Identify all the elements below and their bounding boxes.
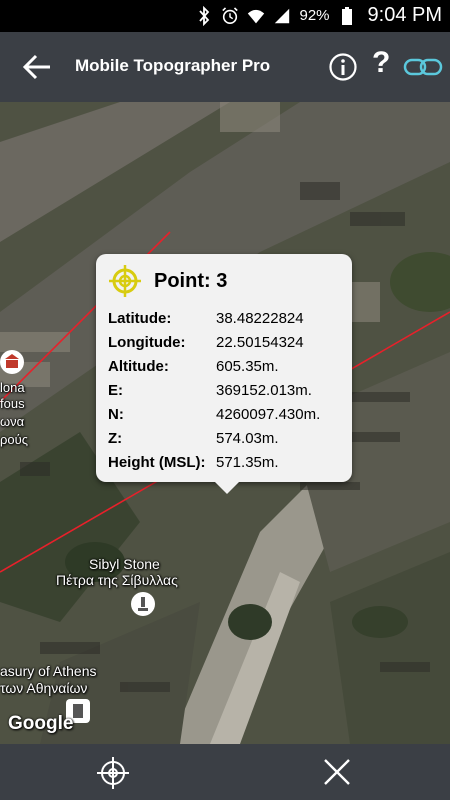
map-label: ρούς <box>0 432 28 447</box>
northing-value: 4260097.430m. <box>216 406 321 423</box>
height-msl-value: 571.35m. <box>216 454 279 471</box>
app-bar: Mobile Topographer Pro ? <box>0 32 450 102</box>
battery-percentage: 92% <box>299 7 330 24</box>
z-label: Z: <box>108 430 123 447</box>
satellite-map[interactable]: lona fous ωνα ρούς Sibyl Stone Πέτρα της… <box>0 102 450 744</box>
info-icon[interactable] <box>328 52 358 82</box>
easting-label: E: <box>108 382 123 399</box>
popup-pointer <box>215 482 239 494</box>
monument-icon <box>138 597 148 611</box>
alarm-icon <box>222 6 239 24</box>
help-icon[interactable]: ? <box>372 46 390 80</box>
map-label: ωνα <box>0 414 25 429</box>
point-title: Point: 3 <box>154 270 228 292</box>
height-msl-label: Height (MSL): <box>108 454 206 471</box>
latitude-row: Latitude: 38.48222824 <box>108 310 304 327</box>
status-time: 9:04 PM <box>367 4 442 26</box>
map-label-sibyl-stone-greek: Πέτρα της Σίβυλλας <box>56 572 178 588</box>
easting-value: 369152.013m. <box>216 382 312 399</box>
z-value: 574.03m. <box>216 430 279 447</box>
landmark-pin[interactable] <box>131 592 155 616</box>
longitude-value: 22.50154324 <box>216 334 304 351</box>
northing-label: N: <box>108 406 124 423</box>
bluetooth-icon <box>199 5 210 26</box>
link-icon[interactable] <box>403 54 443 80</box>
bottom-bar <box>0 744 450 800</box>
status-bar: 92% 9:04 PM <box>0 0 450 32</box>
close-icon[interactable] <box>322 757 352 787</box>
point-info-popup: Point: 3 Latitude: 38.48222824 Longitude:… <box>96 254 352 494</box>
easting-row: E: 369152.013m. <box>108 382 312 399</box>
z-row: Z: 574.03m. <box>108 430 279 447</box>
longitude-label: Longitude: <box>108 334 186 351</box>
battery-icon <box>341 6 352 25</box>
latitude-label: Latitude: <box>108 310 172 327</box>
map-label-sibyl-stone: Sibyl Stone <box>89 556 160 572</box>
longitude-row: Longitude: 22.50154324 <box>108 334 304 351</box>
latitude-value: 38.48222824 <box>216 310 304 327</box>
wifi-icon <box>248 9 265 23</box>
map-label-treasury: asury of Athens <box>0 663 97 679</box>
altitude-label: Altitude: <box>108 358 169 375</box>
app-title: Mobile Topographer Pro <box>75 56 271 75</box>
map-label: fous <box>0 396 25 411</box>
google-attribution: Google <box>8 713 74 734</box>
crosshair-icon[interactable] <box>96 756 130 790</box>
crosshair-marker-icon <box>109 265 141 297</box>
landmark-pin[interactable] <box>0 350 24 374</box>
map-label-treasury-greek: των Αθηναίων <box>0 680 88 696</box>
back-arrow-icon[interactable] <box>20 50 54 84</box>
signal-icon <box>275 8 290 23</box>
altitude-row: Altitude: 605.35m. <box>108 358 279 375</box>
northing-row: N: 4260097.430m. <box>108 406 320 423</box>
map-label: lona <box>0 380 25 395</box>
altitude-value: 605.35m. <box>216 358 279 375</box>
height-msl-row: Height (MSL): 571.35m. <box>108 454 279 471</box>
landmark-icon <box>5 354 19 368</box>
status-icons: 92% 9:04 PM <box>195 4 442 27</box>
